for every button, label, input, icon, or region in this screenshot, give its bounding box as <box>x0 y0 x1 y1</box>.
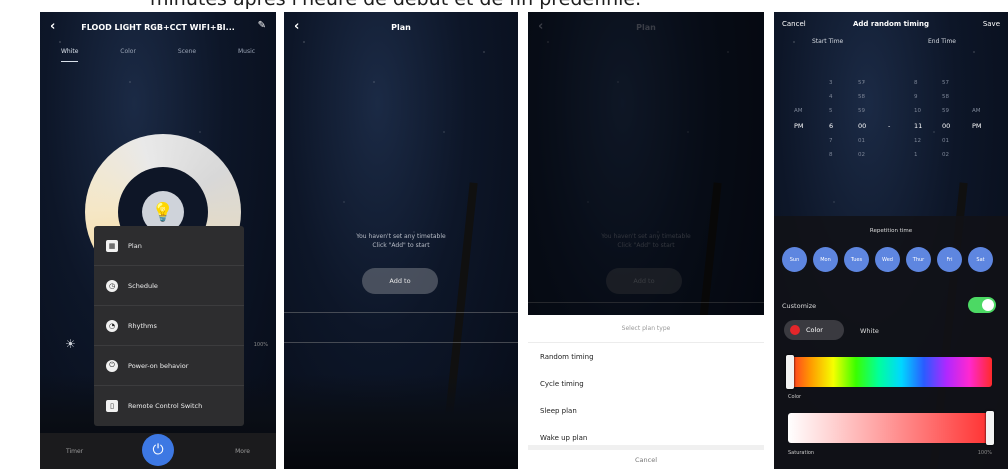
empty-line-1: You haven't set any timetable <box>356 233 446 240</box>
calendar-plan-icon: ▦ <box>106 239 118 252</box>
start-time-label: Start Time <box>812 38 844 45</box>
saturation-slider[interactable] <box>788 411 994 445</box>
screen-add-random-timing: Cancel Add random timing Save Start Time… <box>774 12 1008 469</box>
menu-item-power-on-behavior[interactable]: ⏻ Power-on behavior <box>94 346 244 386</box>
random-timing-header: Cancel Add random timing Save <box>774 12 1008 34</box>
repetition-title: Repetition time <box>869 228 913 234</box>
wire-line <box>284 342 518 343</box>
empty-state-text: You haven't set any timetable Click "Add… <box>284 232 518 250</box>
back-chevron-icon[interactable]: ‹ <box>294 19 299 34</box>
option-sleep-plan[interactable]: Sleep plan <box>528 397 764 424</box>
menu-item-schedule[interactable]: ◷ Schedule <box>94 266 244 306</box>
add-to-button[interactable]: Add to <box>362 268 438 294</box>
sheet-cancel-button[interactable]: Cancel <box>528 445 764 469</box>
picker-selected-row: PM 6 00-11 00 PM <box>794 122 982 130</box>
day-wed[interactable]: Wed <box>875 247 900 272</box>
plan-header: ‹ Plan <box>284 12 518 42</box>
edit-pencil-icon[interactable]: ✎ <box>258 20 266 31</box>
wire-line <box>284 312 518 313</box>
back-chevron-icon[interactable]: ‹ <box>50 19 55 34</box>
rhythm-icon: ◔ <box>106 319 118 332</box>
mode-tabs: White Color Scene Music <box>40 48 276 62</box>
tab-music[interactable]: Music <box>238 48 255 62</box>
menu-item-label: Rhythms <box>128 321 157 330</box>
power-button-icon[interactable]: ⏻ <box>142 434 174 466</box>
day-fri[interactable]: Fri <box>937 247 962 272</box>
device-header: ‹ FLOOD LIGHT RGB+CCT WIFI+BI... ✎ <box>40 12 276 42</box>
timer-button[interactable]: Timer <box>66 448 83 455</box>
menu-item-plan[interactable]: ▦ Plan <box>94 226 244 266</box>
customize-toggle[interactable] <box>968 297 996 313</box>
day-thur[interactable]: Thur <box>906 247 931 272</box>
brightness-percent: 100% <box>253 342 268 348</box>
repeat-days-row: Sun Mon Tues Wed Thur Fri Sat <box>782 247 1002 273</box>
tab-color[interactable]: Color <box>120 48 136 62</box>
day-tues[interactable]: Tues <box>844 247 869 272</box>
menu-item-remote-control-switch[interactable]: ▯ Remote Control Switch <box>94 386 244 426</box>
page-title: Plan <box>391 22 411 32</box>
menu-item-rhythms[interactable]: ◔ Rhythms <box>94 306 244 346</box>
toggle-knob <box>982 299 994 311</box>
hue-spectrum-slider[interactable] <box>786 355 992 389</box>
option-cycle-timing[interactable]: Cycle timing <box>528 370 764 397</box>
color-mode-button[interactable]: Color <box>784 320 844 340</box>
saturation-slider-handle[interactable] <box>986 411 994 445</box>
menu-item-label: Schedule <box>128 281 158 290</box>
saturation-percent: 100% <box>977 450 992 456</box>
device-title: FLOOD LIGHT RGB+CCT WIFI+BI... <box>81 22 235 32</box>
more-button[interactable]: More <box>235 448 250 455</box>
plan-type-action-sheet: Select plan type Random timing Cycle tim… <box>528 315 764 469</box>
page-title: Add random timing <box>852 20 930 28</box>
customize-label: Customize <box>782 302 817 310</box>
day-mon[interactable]: Mon <box>813 247 838 272</box>
clock-icon: ◷ <box>106 279 118 292</box>
white-mode-button[interactable]: White <box>860 327 879 335</box>
menu-item-label: Remote Control Switch <box>128 402 203 410</box>
brightness-sun-icon: ☀ <box>65 337 76 351</box>
save-button[interactable]: Save <box>983 20 1000 28</box>
end-time-label: End Time <box>928 38 956 45</box>
time-range-picker[interactable]: 3 57 8 57 4 58 9 58 AM 5 59 10 59 AM PM 6 00-11 00 PM 7… <box>774 80 1008 180</box>
settings-panel: Repetition time Sun Mon Tues Wed Thur Fr… <box>774 216 1008 469</box>
day-sun[interactable]: Sun <box>782 247 807 272</box>
menu-item-label: Power-on behavior <box>128 361 189 370</box>
empty-line-2: Click "Add" to start <box>372 242 430 249</box>
day-sat[interactable]: Sat <box>968 247 993 272</box>
more-menu-popup: ▦ Plan ◷ Schedule ◔ Rhythms ⏻ Power-on b… <box>94 226 244 426</box>
tab-white[interactable]: White <box>60 48 79 62</box>
red-color-dot-icon <box>790 325 800 335</box>
screen-device-control: ‹ FLOOD LIGHT RGB+CCT WIFI+BI... ✎ White… <box>40 12 276 469</box>
screen-select-plan-type: ‹ Plan You haven't set any timetable Cli… <box>528 12 764 469</box>
color-mode-label: Color <box>806 326 823 334</box>
hue-slider-handle[interactable] <box>786 355 794 389</box>
remote-control-icon: ▯ <box>106 400 118 412</box>
color-slider-label: Color <box>788 394 802 400</box>
option-random-timing[interactable]: Random timing <box>528 343 764 370</box>
tab-scene[interactable]: Scene <box>178 48 196 62</box>
sheet-title: Select plan type <box>528 315 764 343</box>
power-on-icon: ⏻ <box>106 359 118 372</box>
menu-item-label: Plan <box>128 241 142 250</box>
screen-plan-empty: ‹ Plan You haven't set any timetable Cli… <box>284 12 518 469</box>
saturation-label: Saturation <box>788 450 815 456</box>
ground-silhouette <box>284 374 518 469</box>
